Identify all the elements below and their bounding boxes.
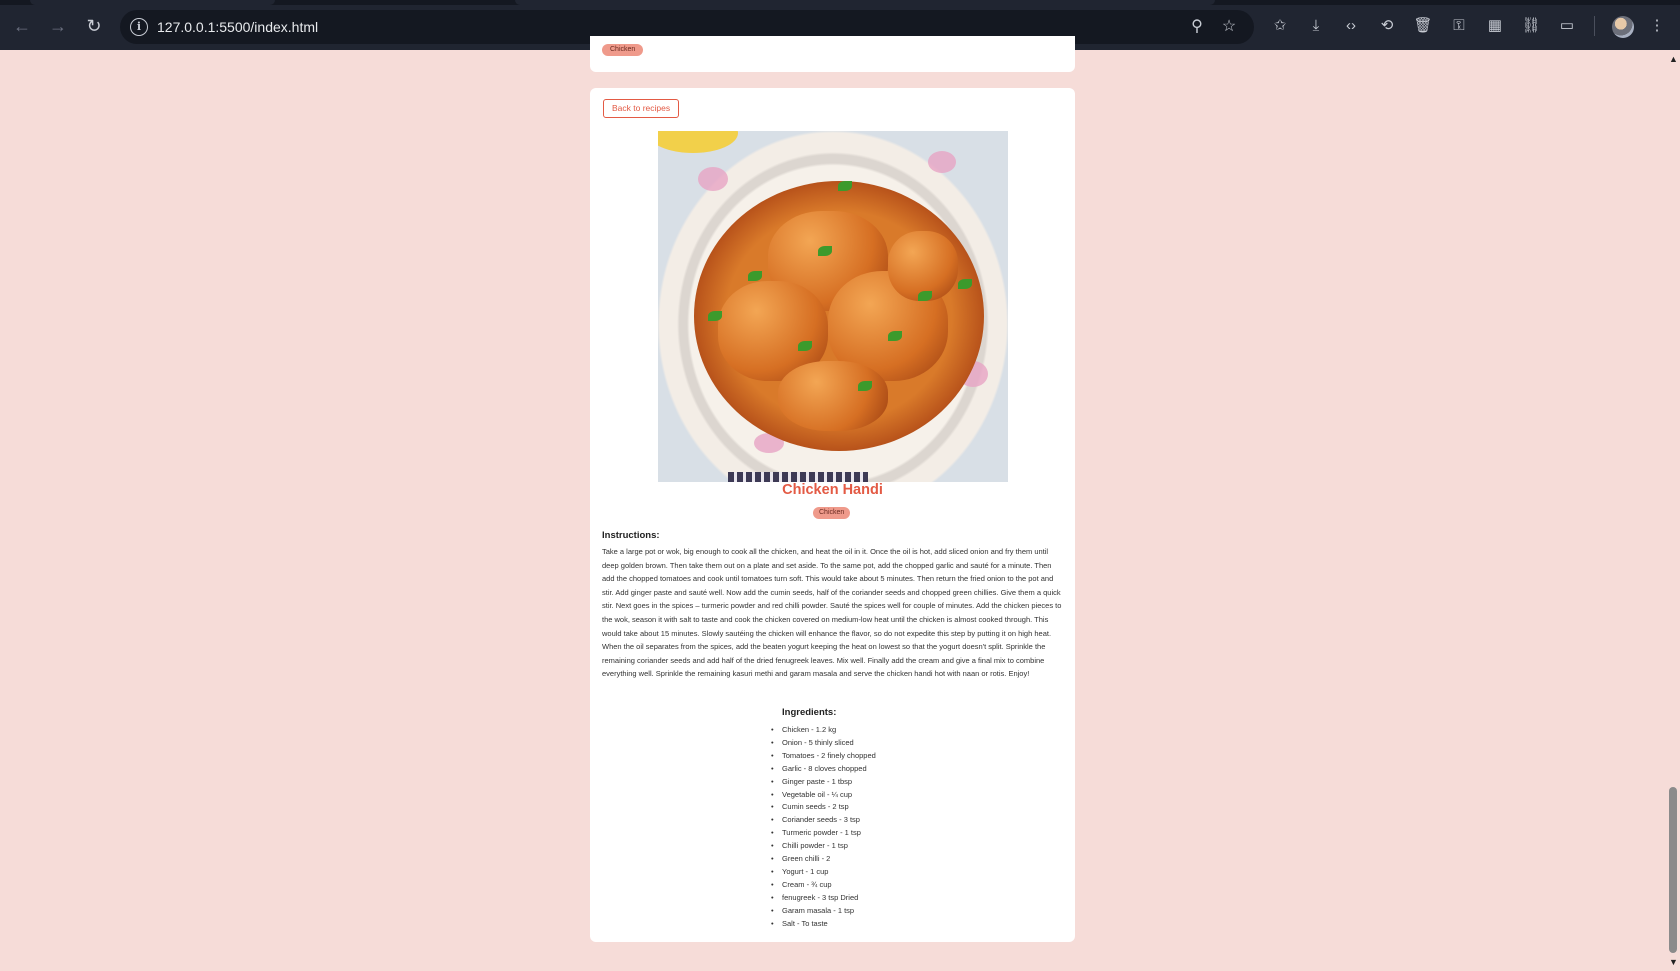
forward-arrow-icon[interactable]: → (46, 14, 70, 38)
ingredient-item: Yogurt - 1 cup (771, 866, 876, 879)
key-icon[interactable]: ⚿ (1448, 15, 1470, 37)
profile-avatar[interactable] (1612, 16, 1634, 38)
tab-active-edge[interactable] (30, 0, 275, 5)
ingredient-item: Turmeric powder - 1 tsp (771, 827, 876, 840)
bookmarks-star-icon[interactable]: ✩ (1269, 15, 1291, 37)
back-to-recipes-button[interactable]: Back to recipes (603, 99, 680, 118)
menu-kebab-icon[interactable]: ⋮ (1646, 15, 1668, 37)
tab-edge[interactable] (515, 0, 1215, 5)
back-arrow-icon[interactable]: ← (10, 14, 34, 38)
scroll-up-arrow-icon[interactable]: ▲ (1669, 54, 1678, 64)
reload-icon[interactable]: ↻ (82, 14, 106, 38)
ingredient-item: Ginger paste - 1 tbsp (771, 776, 876, 789)
instructions-heading: Instructions: (602, 530, 660, 541)
ingredients-heading: Ingredients: (782, 707, 837, 718)
qr-code-icon[interactable]: ▦ (1484, 15, 1506, 37)
ingredient-item: Chicken - 1.2 kg (771, 724, 876, 737)
download-icon[interactable]: ⤓ (1305, 15, 1327, 37)
code-icon[interactable]: ‹› (1340, 15, 1362, 37)
page-scrollbar[interactable]: ▲ ▼ (1666, 50, 1680, 971)
previous-recipe-card: Chicken (590, 36, 1075, 72)
ingredient-item: Coriander seeds - 3 tsp (771, 814, 876, 827)
bookmark-star-icon[interactable]: ☆ (1219, 17, 1239, 37)
instructions-text: Take a large pot or wok, big enough to c… (602, 547, 1062, 679)
zoom-icon[interactable]: ⚲ (1187, 17, 1207, 37)
site-info-icon[interactable]: i (130, 18, 148, 36)
recipe-image (658, 131, 1008, 482)
ingredient-item: Tomatoes - 2 finely chopped (771, 750, 876, 763)
tab-strip (0, 0, 1680, 5)
ingredient-item: Green chilli - 2 (771, 853, 876, 866)
ingredient-item: fenugreek - 3 tsp Dried (771, 892, 876, 905)
ingredient-item: Garam masala - 1 tsp (771, 905, 876, 918)
category-badge: Chicken (602, 44, 644, 56)
recipe-detail-card: Back to recipes Chicken Handi Chicken In… (590, 88, 1075, 942)
history-icon[interactable]: ⟲ (1376, 15, 1398, 37)
ingredient-item: Garlic - 8 cloves chopped (771, 763, 876, 776)
category-badge: Chicken (813, 507, 851, 519)
ingredient-item: Vegetable oil - ¼ cup (771, 789, 876, 802)
ingredient-item: Onion - 5 thinly sliced (771, 737, 876, 750)
scroll-thumb[interactable] (1669, 787, 1677, 953)
ingredient-item: Cream - ¾ cup (771, 879, 876, 892)
link-icon[interactable]: ⛓ (1520, 15, 1542, 37)
recipe-title: Chicken Handi (782, 482, 883, 498)
ingredient-item: Cumin seeds - 2 tsp (771, 801, 876, 814)
device-icon[interactable]: ▭ (1556, 15, 1578, 37)
toolbar-divider (1594, 16, 1595, 36)
url-text[interactable]: 127.0.0.1:5500/index.html (157, 19, 318, 35)
ingredient-item: Chilli powder - 1 tsp (771, 840, 876, 853)
ingredients-list: Chicken - 1.2 kg Onion - 5 thinly sliced… (771, 724, 876, 931)
trash-icon[interactable]: 🗑 (1412, 15, 1434, 37)
scroll-down-arrow-icon[interactable]: ▼ (1669, 957, 1678, 967)
ingredient-item: Salt - To taste (771, 918, 876, 931)
